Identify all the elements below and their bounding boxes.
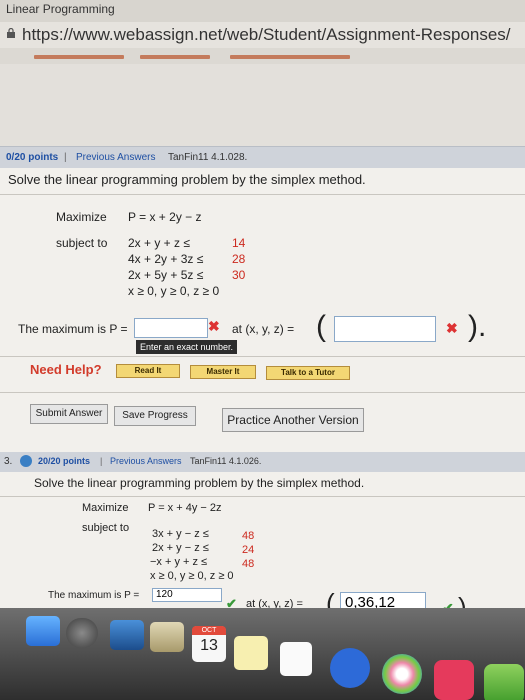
constraint-rhs: 24 [242,544,255,556]
submit-answer-button[interactable]: Submit Answer [30,404,108,424]
nonnegativity-constraint: x ≥ 0, y ≥ 0, z ≥ 0 [150,570,234,582]
constraint-lhs: −x + y + z ≤ [150,556,208,568]
coordinates-input[interactable] [334,316,436,342]
lock-icon [7,28,15,38]
previous-answers-link[interactable]: Previous Answers [76,152,155,163]
separator: | [64,152,67,163]
read-it-button[interactable]: Read It [116,364,180,378]
reminders-icon[interactable] [280,642,312,676]
preview-icon[interactable] [110,620,144,650]
previous-answers-link[interactable]: Previous Answers [110,456,182,466]
constraint-lhs: 4x + 2y + 3z ≤ [128,252,204,266]
app-icon[interactable] [150,622,184,652]
question-body: Solve the linear programming problem by … [0,472,525,622]
question-body: Solve the linear programming problem by … [0,168,525,456]
talk-to-tutor-button[interactable]: Talk to a Tutor [266,366,350,380]
open-paren: ( [316,310,326,343]
address-bar[interactable]: https://www.webassign.net/web/Student/As… [0,22,525,49]
maximum-input[interactable]: 120 [152,588,222,602]
incorrect-icon: ✖ [446,320,458,336]
separator: | [100,456,103,466]
close-paren: ). [468,310,487,343]
maximum-label: The maximum is P = [48,590,140,601]
maximum-label: The maximum is P = [18,322,128,336]
calendar-icon[interactable]: OCT 13 [192,626,226,662]
constraint-lhs: 2x + y + z ≤ [128,236,190,250]
calendar-day: 13 [200,637,218,654]
question-code: TanFin11 4.1.026. [190,456,262,466]
calendar-month: OCT [192,626,226,635]
photos-icon[interactable] [382,654,422,694]
question-code: TanFin11 4.1.028. [168,152,248,163]
subject-to-label: subject to [82,522,130,534]
constraint-rhs: 14 [232,236,246,250]
constraint-lhs: 2x + 5y + 5z ≤ [128,268,204,282]
divider [0,496,525,497]
divider [0,392,525,393]
master-it-button[interactable]: Master It [190,365,256,379]
question-header: 3. 20/20 points | Previous Answers TanFi… [0,452,525,472]
objective-function: P = x + 4y − 2z [148,502,222,514]
dock: OCT 13 [0,608,525,700]
notes-icon[interactable] [234,636,268,670]
points-label: 0/20 points [6,152,59,163]
question-header: 0/20 points | Previous Answers TanFin11 … [0,146,525,169]
browser-window: Linear Programming https://www.webassign… [0,0,525,700]
tab-bar: Linear Programming [0,0,525,22]
need-help-label: Need Help? [30,362,102,377]
nonnegativity-constraint: x ≥ 0, y ≥ 0, z ≥ 0 [128,284,220,298]
at-label: at (x, y, z) = [232,322,295,336]
question-prompt: Solve the linear programming problem by … [8,172,366,187]
app-icon[interactable] [484,664,524,700]
maximize-label: Maximize [82,502,129,514]
practice-another-version-button[interactable]: Practice Another Version [222,408,364,432]
subject-to-label: subject to [56,236,108,250]
divider [0,194,525,195]
constraint-rhs: 48 [242,530,255,542]
bookmark-item[interactable] [34,55,124,59]
finder-icon[interactable] [26,616,60,646]
points-label: 20/20 points [38,456,91,466]
launchpad-icon[interactable] [66,618,98,648]
maximum-input[interactable] [134,318,208,338]
incorrect-icon: ✖ [208,318,220,334]
constraint-lhs: 3x + y − z ≤ [152,528,209,540]
constraint-rhs: 28 [232,252,246,266]
bookmark-item[interactable] [230,55,350,59]
constraint-lhs: 2x + y − z ≤ [152,542,209,554]
objective-function: P = x + 2y − z [128,210,202,224]
question-number: 3. [4,456,13,467]
correct-status-icon [20,455,32,467]
messages-icon[interactable] [330,648,370,688]
tab-title[interactable]: Linear Programming [6,2,115,16]
question-prompt: Solve the linear programming problem by … [34,476,365,490]
save-progress-button[interactable]: Save Progress [114,406,196,426]
url-text: https://www.webassign.net/web/Student/As… [22,25,511,44]
divider [0,356,525,357]
input-tooltip: Enter an exact number. [136,340,238,354]
music-icon[interactable] [434,660,474,700]
bookmark-item[interactable] [140,55,210,59]
maximize-label: Maximize [56,210,107,224]
bookmarks-bar [0,48,525,64]
constraint-rhs: 30 [232,268,246,282]
constraint-rhs: 48 [242,558,255,570]
